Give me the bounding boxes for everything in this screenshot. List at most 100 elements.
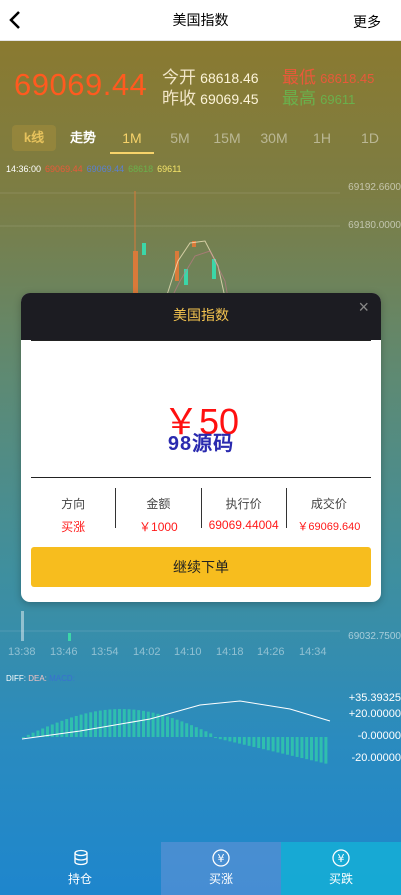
tab-1h[interactable]: 1H	[304, 122, 340, 154]
macd-bar	[137, 710, 141, 737]
header-bar: 美国指数 更多	[0, 0, 401, 41]
macd-bar	[142, 710, 145, 737]
candle	[133, 251, 138, 296]
divider	[31, 477, 371, 478]
more-button[interactable]: 更多	[353, 12, 381, 32]
candle	[68, 633, 71, 641]
svg-text:¥: ¥	[338, 852, 345, 865]
macd-bar	[65, 719, 69, 737]
x-axis-label: 14:10	[174, 646, 202, 658]
back-icon[interactable]	[6, 8, 26, 32]
divider	[31, 340, 371, 341]
macd-bar	[300, 737, 304, 759]
macd-bar	[26, 734, 30, 737]
macd-bar	[204, 731, 208, 737]
close-icon[interactable]: ×	[358, 293, 369, 321]
macd-bar	[190, 725, 193, 737]
macd-bar	[310, 737, 313, 761]
macd-bar	[319, 737, 323, 763]
tab-kline[interactable]: k线	[12, 125, 56, 151]
macd-bar	[271, 737, 275, 752]
macd-histogram	[21, 700, 331, 764]
x-axis-label: 14:34	[299, 646, 327, 658]
macd-bar	[199, 729, 203, 737]
x-axis-label: 14:26	[257, 646, 285, 658]
macd-bar	[170, 718, 174, 737]
dialog-title: 美国指数	[173, 307, 229, 323]
macd-bar	[113, 709, 117, 737]
tab-1d[interactable]: 1D	[352, 122, 388, 154]
x-axis-label: 14:02	[133, 646, 161, 658]
coins-icon	[74, 849, 88, 866]
nav-buy-up[interactable]: ¥ 买涨	[161, 842, 281, 895]
macd-bar	[108, 709, 112, 737]
macd-bar	[55, 722, 59, 737]
macd-bar	[276, 737, 280, 753]
macd-bar	[36, 730, 40, 737]
period-tabs: k线 走势 1M 5M 15M 30M 1H 1D	[0, 122, 401, 154]
macd-bar	[247, 737, 251, 746]
macd-bar	[132, 709, 136, 737]
candle	[175, 251, 179, 281]
direction-col: 方向 买涨	[31, 488, 117, 534]
macd-bar	[180, 721, 184, 737]
tab-30m[interactable]: 30M	[252, 122, 296, 154]
macd-bar	[290, 737, 294, 756]
macd-bar	[295, 737, 299, 757]
macd-bar	[166, 716, 169, 737]
macd-bar	[233, 737, 237, 743]
yen-circle-icon: ¥	[332, 849, 350, 867]
macd-y-label: +35.39325	[348, 692, 401, 704]
nav-holdings[interactable]: 持仓	[20, 842, 140, 895]
macd-bar	[305, 737, 309, 760]
macd-bar	[223, 737, 227, 741]
yen-circle-icon: ¥	[212, 849, 230, 867]
tab-1m[interactable]: 1M	[110, 122, 154, 154]
macd-y-label: -20.00000	[351, 752, 401, 764]
macd-bar	[262, 737, 265, 750]
macd-bar	[266, 737, 270, 751]
tab-15m[interactable]: 15M	[206, 122, 248, 154]
macd-bar	[242, 737, 246, 745]
dialog-header: 美国指数 ×	[21, 293, 381, 340]
macd-bar	[98, 710, 102, 737]
macd-bar	[324, 737, 328, 764]
prev-close-quote: 昨收 69069.45	[162, 89, 259, 108]
sum-col: 金额 ￥1000	[116, 488, 202, 534]
macd-bar	[103, 709, 107, 737]
macd-bar	[161, 715, 165, 737]
macd-bar	[74, 715, 78, 737]
x-axis-label: 13:46	[50, 646, 78, 658]
high-quote: 最高 69611	[282, 89, 356, 108]
macd-bar	[175, 719, 179, 737]
tab-5m[interactable]: 5M	[160, 122, 200, 154]
macd-bar	[94, 711, 97, 737]
macd-bar	[118, 709, 121, 737]
candle	[21, 611, 24, 641]
order-dialog: 美国指数 × ￥50 98源码 方向 买涨 金额 ￥1000 执行价 69069.44…	[21, 293, 381, 602]
macd-bar	[151, 712, 155, 737]
order-details: 方向 买涨 金额 ￥1000 执行价 69069.44004 成交价 ￥69069.64…	[31, 488, 371, 534]
macd-y-label: -0.00000	[357, 730, 401, 742]
macd-bar	[214, 737, 217, 739]
macd-bar	[31, 732, 35, 737]
candle	[142, 243, 146, 255]
tab-trend[interactable]: 走势	[62, 125, 104, 151]
macd-bar	[146, 711, 150, 737]
last-price: 69069.44	[14, 67, 148, 102]
nav-buy-down[interactable]: ¥ 买跌	[281, 842, 401, 895]
macd-bar	[257, 737, 261, 749]
macd-bar	[286, 737, 289, 755]
macd-bar	[281, 737, 285, 754]
macd-bar	[89, 712, 93, 737]
macd-bar	[79, 714, 83, 737]
macd-bar	[70, 717, 73, 737]
macd-bar	[185, 723, 189, 737]
macd-bar	[22, 737, 25, 738]
continue-order-button[interactable]: 继续下单	[31, 547, 371, 587]
watermark-text: 98源码	[167, 433, 235, 455]
macd-bar	[209, 733, 213, 737]
svg-text:¥: ¥	[218, 852, 225, 865]
macd-bar	[194, 727, 198, 737]
macd-bar	[60, 720, 64, 737]
